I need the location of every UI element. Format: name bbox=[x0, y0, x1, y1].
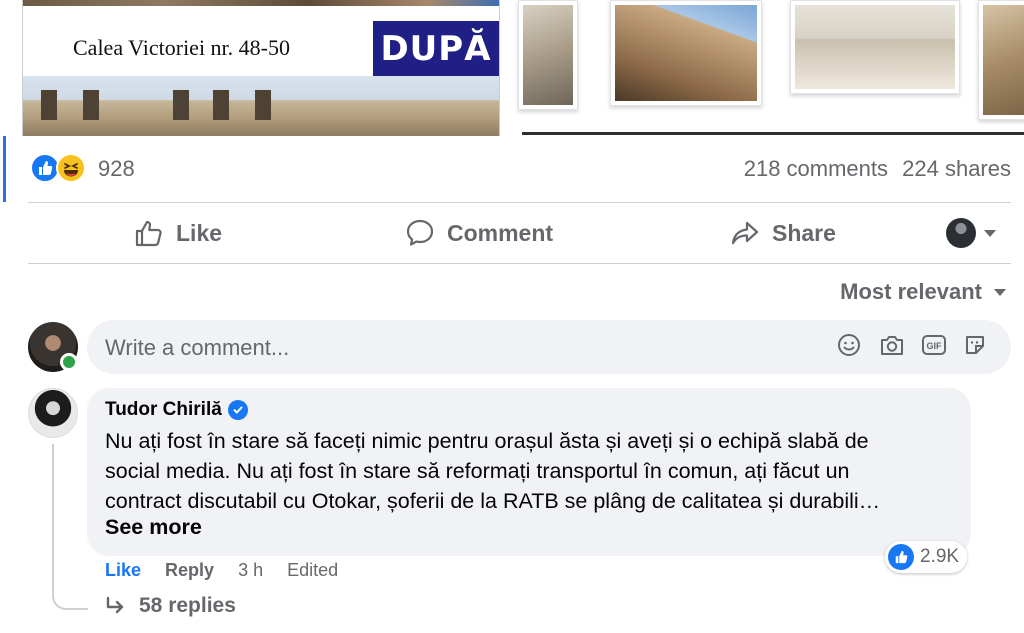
haha-reaction-icon bbox=[56, 153, 86, 183]
view-replies-link[interactable]: 58 replies bbox=[105, 594, 236, 618]
reaction-icons[interactable] bbox=[30, 153, 90, 185]
commenter-avatar[interactable] bbox=[28, 388, 78, 438]
building-photo bbox=[23, 76, 499, 136]
comment-reaction-count: 2.9K bbox=[920, 546, 960, 567]
share-arrow-icon bbox=[731, 221, 759, 245]
reply-thread-line bbox=[52, 444, 88, 610]
building-window bbox=[255, 90, 271, 120]
gallery-photo-image bbox=[615, 5, 757, 101]
gallery-photo[interactable] bbox=[518, 0, 578, 110]
comment-like-link[interactable]: Like bbox=[105, 560, 141, 581]
before-after-photo[interactable]: Calea Victoriei nr. 48-50 DUPĂ bbox=[22, 0, 500, 136]
building-window bbox=[173, 90, 189, 120]
like-button[interactable]: Like bbox=[134, 203, 222, 263]
comment-share-counts: 218 comments 224 shares bbox=[736, 156, 1011, 182]
share-button[interactable]: Share bbox=[730, 203, 836, 263]
comment-text: Nu ați fost în stare să faceți nimic pen… bbox=[105, 429, 881, 513]
comment-author-name[interactable]: Tudor Chirilă bbox=[105, 399, 222, 421]
chevron-down-icon bbox=[984, 229, 996, 237]
see-more-link[interactable]: See more bbox=[105, 515, 202, 540]
building-window bbox=[83, 90, 99, 120]
photo-gallery[interactable] bbox=[518, 0, 1024, 136]
sticker-icon[interactable] bbox=[963, 333, 987, 359]
building-window bbox=[41, 90, 57, 120]
replies-count-label: 58 replies bbox=[139, 594, 236, 617]
gallery-photo-image bbox=[523, 5, 573, 105]
left-accent-bar bbox=[3, 136, 6, 202]
comment-timestamp[interactable]: 3 h bbox=[238, 560, 263, 581]
reaction-count[interactable]: 928 bbox=[98, 156, 135, 182]
share-count-link[interactable]: 224 shares bbox=[902, 156, 1011, 181]
comment-input-placeholder: Write a comment... bbox=[105, 335, 290, 360]
gallery-photo-image bbox=[983, 5, 1024, 115]
chevron-down-icon bbox=[994, 288, 1006, 296]
camera-icon[interactable] bbox=[879, 333, 903, 359]
emoji-icon[interactable] bbox=[837, 333, 861, 359]
gif-icon[interactable]: GIF bbox=[921, 333, 946, 359]
comment-bubble-icon bbox=[406, 219, 434, 246]
comment-reply-link[interactable]: Reply bbox=[165, 560, 214, 581]
photo-caption-row: Calea Victoriei nr. 48-50 DUPĂ bbox=[23, 21, 499, 76]
photo-top-strip bbox=[23, 0, 499, 6]
comment-input[interactable]: Write a comment... GIF bbox=[87, 320, 1011, 374]
building-window bbox=[213, 90, 229, 120]
gallery-photo-image bbox=[795, 5, 955, 89]
like-reaction-icon bbox=[888, 544, 914, 570]
comment-author[interactable]: Tudor Chirilă bbox=[105, 399, 248, 421]
post-action-bar: Like Comment Share bbox=[28, 203, 1011, 263]
after-badge: DUPĂ bbox=[373, 21, 499, 76]
gallery-photo[interactable] bbox=[978, 0, 1024, 120]
gallery-baseline bbox=[522, 132, 1024, 135]
identity-selector[interactable] bbox=[946, 217, 996, 249]
composer-icons: GIF bbox=[837, 333, 987, 359]
thumbs-up-icon bbox=[135, 220, 162, 247]
post-stats: 928 218 comments 224 shares bbox=[28, 151, 1011, 187]
reply-arrow-icon bbox=[106, 596, 124, 614]
profile-avatar bbox=[946, 218, 976, 248]
share-button-label: Share bbox=[772, 219, 836, 246]
comment-reactions[interactable]: 2.9K bbox=[885, 541, 968, 573]
comment-edited-label[interactable]: Edited bbox=[287, 560, 338, 581]
comment-button-label: Comment bbox=[447, 219, 554, 246]
like-button-label: Like bbox=[176, 219, 223, 246]
comment-sort-dropdown[interactable]: Most relevant bbox=[840, 279, 1006, 305]
verified-badge-icon bbox=[227, 400, 248, 420]
sort-label: Most relevant bbox=[840, 279, 982, 304]
photo-caption: Calea Victoriei nr. 48-50 bbox=[73, 35, 290, 60]
comment-count-link[interactable]: 218 comments bbox=[744, 156, 888, 181]
comment-button[interactable]: Comment bbox=[405, 203, 553, 263]
comment-bubble: Tudor Chirilă Nu ați fost în stare să fa… bbox=[87, 388, 971, 556]
gallery-photo[interactable] bbox=[610, 0, 762, 106]
post-media[interactable]: Calea Victoriei nr. 48-50 DUPĂ bbox=[0, 0, 1024, 136]
gallery-photo[interactable] bbox=[790, 0, 960, 94]
svg-text:GIF: GIF bbox=[927, 341, 943, 351]
comment-meta: Like Reply 3 h Edited bbox=[105, 560, 338, 581]
actions-divider bbox=[28, 263, 1011, 264]
online-status-dot bbox=[60, 353, 78, 371]
